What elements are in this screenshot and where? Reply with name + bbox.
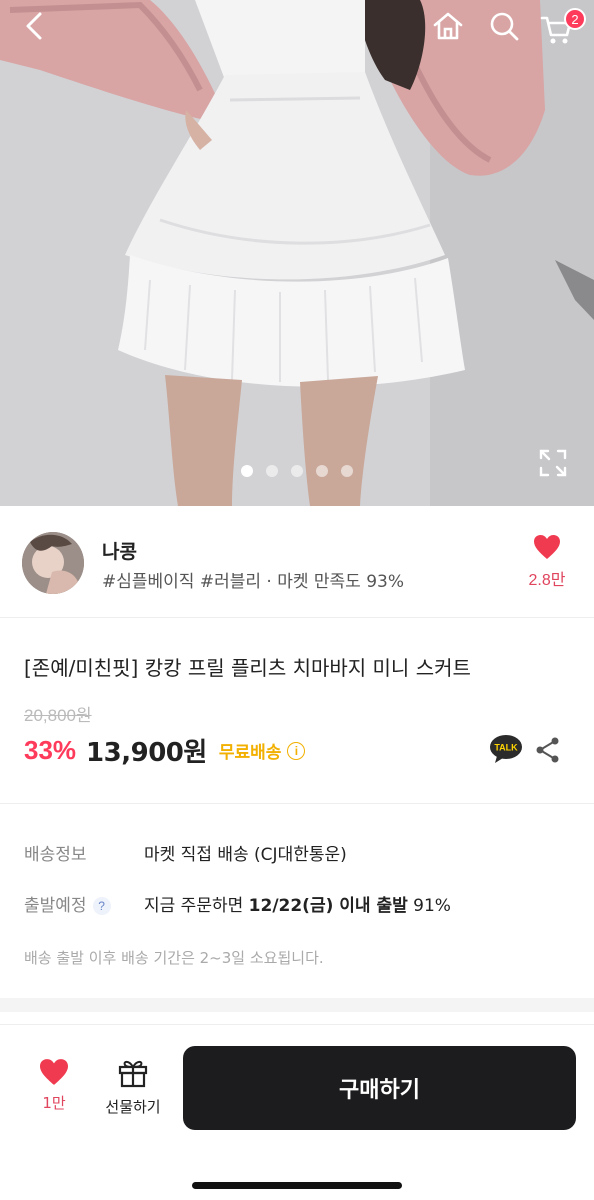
home-indicator [192, 1182, 402, 1189]
product-photo [0, 0, 594, 506]
seller-info[interactable]: 나콩 #심플베이직 #러블리 · 마켓 만족도 93% 2.8만 [0, 506, 594, 618]
shipping-label: 배송정보 [24, 845, 87, 865]
search-icon [490, 12, 519, 41]
divider-line [0, 1024, 594, 1025]
gift-button[interactable]: 선물하기 [98, 1058, 168, 1117]
delivery-info: 배송정보 마켓 직접 배송 (CJ대한통운) 출발예정? 지금 주문하면 12/… [0, 805, 594, 998]
product-image-carousel[interactable]: 2 [0, 0, 594, 506]
departure-label-row: 출발예정? [24, 891, 111, 916]
search-button[interactable] [484, 8, 524, 44]
kakao-talk-button[interactable]: TALK [489, 734, 523, 764]
shipping-value: 마켓 직접 배송 (CJ대한통운) [144, 845, 347, 865]
info-icon[interactable]: i [287, 741, 306, 760]
back-button[interactable] [14, 8, 54, 44]
share-button[interactable] [535, 736, 561, 764]
gift-label: 선물하기 [105, 1098, 161, 1116]
seller-like-count: 2.8만 [528, 572, 566, 589]
carousel-dot[interactable] [266, 465, 278, 477]
price-row: 33% 13,900원 무료배송 i [24, 732, 306, 769]
seller-tags: #심플베이직 #러블리 · 마켓 만족도 93% [102, 572, 405, 592]
back-icon [26, 12, 42, 40]
seller-name[interactable]: 나콩 [102, 537, 137, 564]
carousel-dot[interactable] [316, 465, 328, 477]
cart-count-badge: 2 [564, 8, 586, 30]
free-shipping-label: 무료배송 [218, 743, 282, 763]
buy-button[interactable]: 구매하기 [183, 1046, 576, 1130]
product-title: [존예/미친핏] 캉캉 프릴 플리츠 치마바지 미니 스커트 [24, 656, 471, 680]
home-icon [433, 12, 463, 40]
carousel-indicator [0, 465, 594, 477]
expand-image-button[interactable] [537, 447, 569, 479]
section-divider [0, 998, 594, 1012]
product-info: [존예/미친핏] 캉캉 프릴 플리츠 치마바지 미니 스커트 20,800원 3… [0, 619, 594, 804]
delivery-note: 배송 출발 이후 배송 기간은 2~3일 소요됩니다. [24, 949, 324, 967]
sale-price: 13,900원 [86, 738, 207, 768]
seller-avatar-image [22, 532, 84, 594]
carousel-dot[interactable] [341, 465, 353, 477]
departure-value: 지금 주문하면 12/22(금) 이내 출발 91% [144, 891, 451, 916]
heart-icon [534, 535, 560, 559]
like-button[interactable]: 1만 [28, 1058, 80, 1113]
talk-label: TALK [494, 743, 518, 753]
departure-prefix: 지금 주문하면 [144, 896, 249, 916]
seller-like-button[interactable]: 2.8만 [520, 534, 574, 590]
original-price: 20,800원 [24, 706, 92, 725]
departure-rate: 91% [407, 896, 451, 916]
departure-date: 12/22(금) 이내 출발 [248, 896, 408, 916]
bottom-action-bar: 1만 선물하기 구매하기 [0, 1026, 594, 1200]
expand-icon [539, 449, 567, 477]
talk-icon: TALK [490, 735, 522, 763]
gift-icon [118, 1060, 148, 1088]
departure-help-icon[interactable]: ? [92, 897, 111, 915]
cart-button[interactable]: 2 [538, 8, 586, 44]
share-icon [536, 737, 559, 763]
seller-avatar[interactable] [22, 532, 84, 594]
home-button[interactable] [428, 8, 468, 44]
heart-icon [40, 1059, 68, 1085]
discount-rate: 33% [24, 735, 77, 765]
like-count: 1만 [42, 1094, 66, 1112]
carousel-dot[interactable] [241, 465, 253, 477]
departure-label: 출발예정 [24, 896, 87, 916]
carousel-dot[interactable] [291, 465, 303, 477]
